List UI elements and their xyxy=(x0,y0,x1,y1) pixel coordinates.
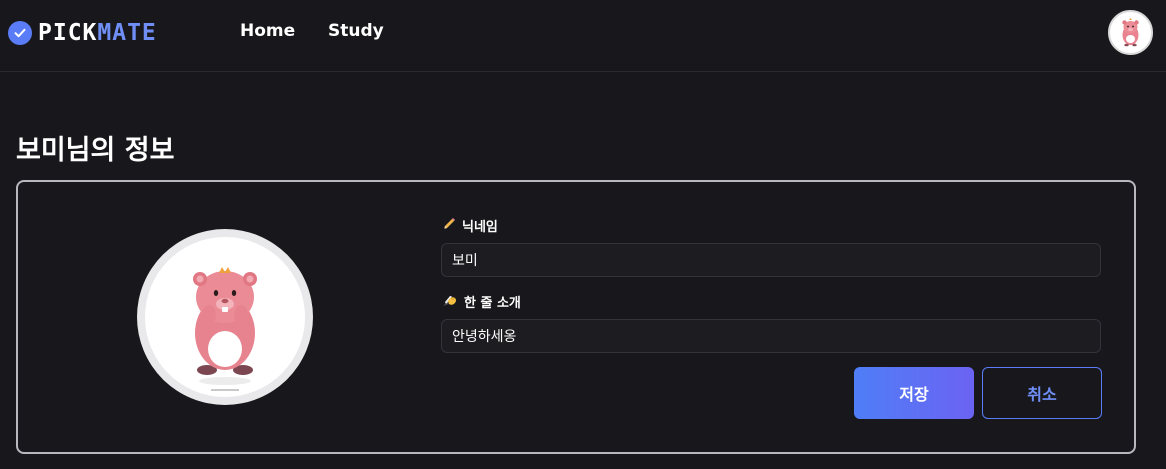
check-circle-icon xyxy=(8,21,32,45)
intro-label-text: 한 줄 소개 xyxy=(464,296,521,311)
nickname-label: 닉네임 xyxy=(442,216,498,235)
logo-text-mate: MATE xyxy=(97,20,157,46)
cancel-button[interactable]: 취소 xyxy=(982,367,1102,419)
pickmate-logo[interactable]: PICKMATE xyxy=(8,20,157,46)
profile-image xyxy=(145,237,305,397)
logo-text-pick: PICK xyxy=(38,20,98,46)
top-navigation-bar: PICKMATE Home Study xyxy=(0,0,1166,72)
intro-input[interactable] xyxy=(441,319,1101,353)
nickname-input[interactable] xyxy=(441,243,1101,277)
profile-image-frame[interactable] xyxy=(137,229,313,405)
beaver-character-icon xyxy=(193,267,257,391)
page-title: 보미님의 정보 xyxy=(16,135,175,166)
logo-text: PICKMATE xyxy=(38,20,157,46)
writing-hand-icon xyxy=(442,293,458,311)
nav-link-home[interactable]: Home xyxy=(240,21,295,41)
nickname-label-text: 닉네임 xyxy=(462,220,498,235)
user-avatar[interactable] xyxy=(1108,10,1153,55)
pencil-icon xyxy=(442,217,456,235)
intro-label: 한 줄 소개 xyxy=(442,292,521,311)
beaver-character-icon xyxy=(1122,18,1139,47)
save-button[interactable]: 저장 xyxy=(854,367,974,419)
nav-link-study[interactable]: Study xyxy=(328,21,384,41)
